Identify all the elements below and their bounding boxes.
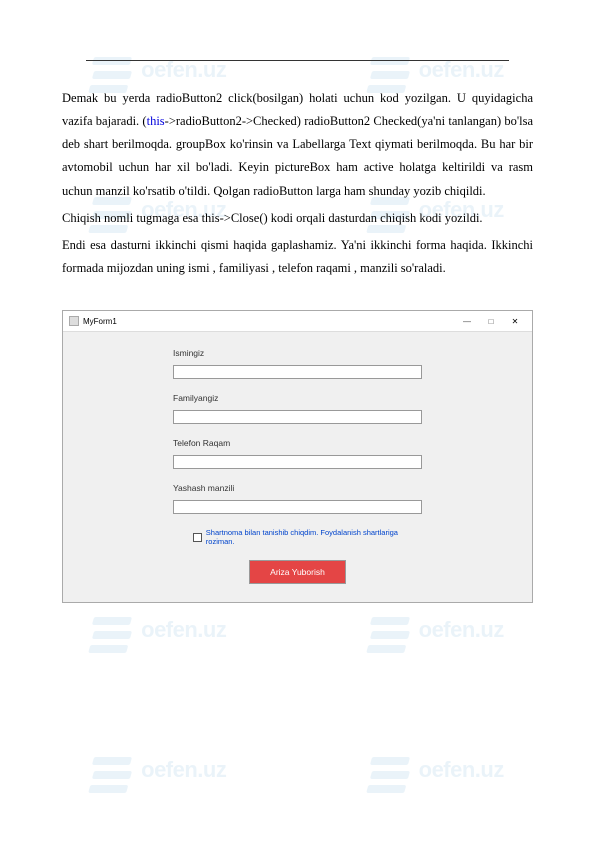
divider: [86, 60, 509, 61]
address-field-group: Yashash manzili: [173, 483, 422, 514]
terms-checkbox[interactable]: [193, 533, 202, 542]
form-screenshot: MyForm1 — □ ✕ Ismingiz Familyangiz Telef…: [62, 310, 533, 603]
name-field-group: Ismingiz: [173, 348, 422, 379]
maximize-button[interactable]: □: [480, 314, 502, 328]
terms-checkbox-row: Shartnoma bilan tanishib chiqdim. Foydal…: [193, 528, 422, 546]
window-title: MyForm1: [83, 317, 117, 326]
watermark-text: oefen.uz: [419, 757, 504, 783]
paragraph-3: Endi esa dasturni ikkinchi qismi haqida …: [62, 234, 533, 280]
name-input[interactable]: [173, 365, 422, 379]
name-label: Ismingiz: [173, 348, 422, 358]
minimize-button[interactable]: —: [456, 314, 478, 328]
paragraph-1: Demak bu yerda radioButton2 click(bosilg…: [62, 87, 533, 203]
window-icon: [69, 316, 79, 326]
form-body: Ismingiz Familyangiz Telefon Raqam Yasha…: [63, 332, 532, 602]
watermark-text: oefen.uz: [141, 757, 226, 783]
surname-input[interactable]: [173, 410, 422, 424]
submit-row: Ariza Yuborish: [173, 560, 422, 584]
close-button[interactable]: ✕: [504, 314, 526, 328]
page-content: Demak bu yerda radioButton2 click(bosilg…: [0, 0, 595, 623]
paragraph-2: Chiqish nomli tugmaga esa this->Close() …: [62, 207, 533, 230]
terms-label: Shartnoma bilan tanishib chiqdim. Foydal…: [206, 528, 422, 546]
window-controls: — □ ✕: [456, 314, 526, 328]
submit-button[interactable]: Ariza Yuborish: [249, 560, 346, 584]
phone-input[interactable]: [173, 455, 422, 469]
window-titlebar: MyForm1 — □ ✕: [63, 311, 532, 332]
surname-field-group: Familyangiz: [173, 393, 422, 424]
phone-field-group: Telefon Raqam: [173, 438, 422, 469]
address-label: Yashash manzili: [173, 483, 422, 493]
surname-label: Familyangiz: [173, 393, 422, 403]
phone-label: Telefon Raqam: [173, 438, 422, 448]
address-input[interactable]: [173, 500, 422, 514]
window-title-left: MyForm1: [69, 316, 117, 326]
keyword-this: this: [147, 114, 165, 128]
